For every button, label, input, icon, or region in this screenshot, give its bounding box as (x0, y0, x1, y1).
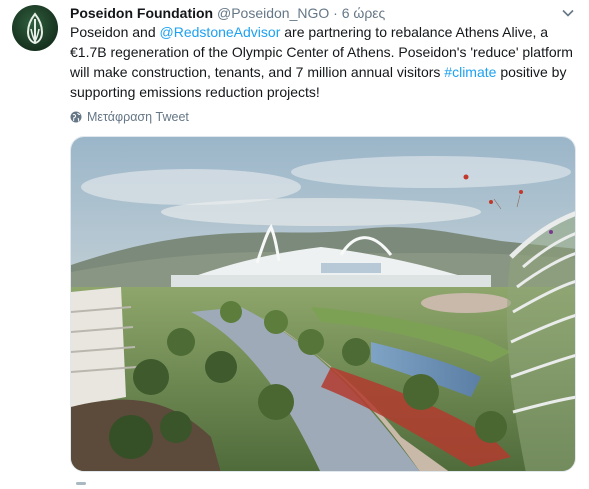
author-handle[interactable]: @Poseidon_NGO (217, 5, 329, 21)
tweet-actions (70, 478, 576, 489)
olympic-center-rendering (71, 137, 575, 471)
mention-link[interactable]: @RedstoneAdvisor (160, 24, 281, 40)
translate-label: Μετάφραση Tweet (87, 110, 189, 124)
chevron-down-icon[interactable] (561, 6, 575, 20)
hashtag-link[interactable]: #climate (444, 64, 496, 80)
timestamp[interactable]: 6 ώρες (342, 5, 386, 21)
globe-icon (70, 111, 82, 123)
tweet-text-part: Poseidon and (70, 24, 160, 40)
leaf-logo-icon (26, 12, 44, 45)
author-name[interactable]: Poseidon Foundation (70, 5, 213, 21)
separator: · (333, 5, 338, 21)
tweet-text: Poseidon and @RedstoneAdvisor are partne… (70, 22, 580, 102)
translate-tweet-button[interactable]: Μετάφραση Tweet (70, 109, 189, 125)
tweet-image[interactable] (70, 136, 576, 472)
tweet-header: Poseidon Foundation @Poseidon_NGO · 6 ώρ… (70, 3, 385, 23)
avatar[interactable] (12, 5, 58, 51)
reply-icon[interactable] (76, 482, 86, 485)
